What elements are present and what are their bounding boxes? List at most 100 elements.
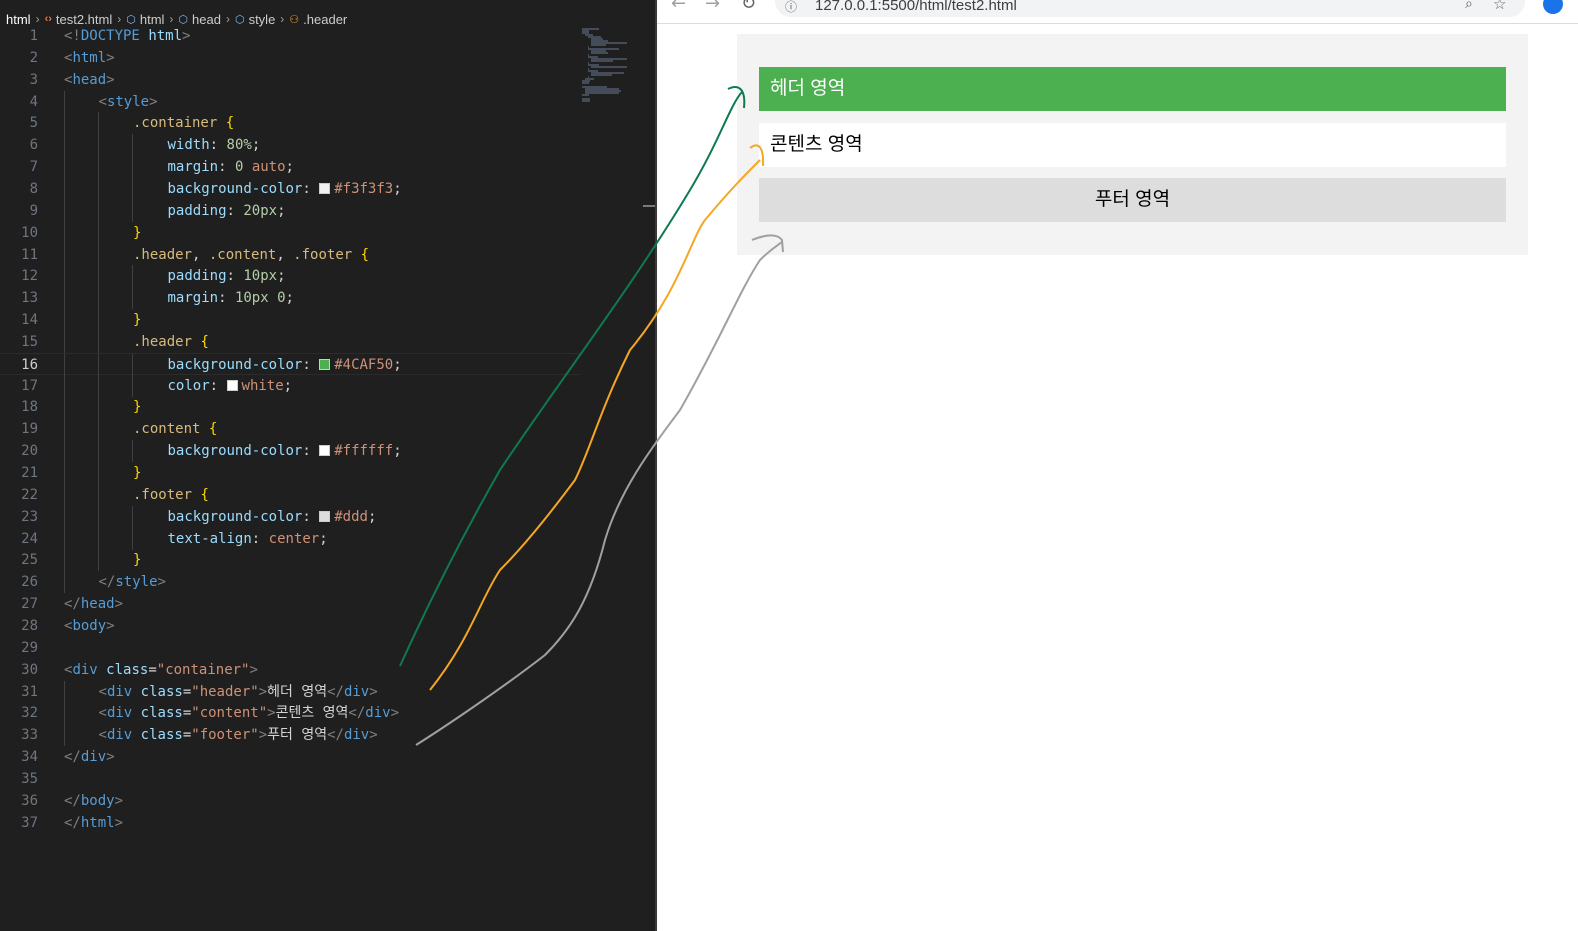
code-token: 20px [243,202,278,219]
code-line[interactable]: 18} [0,396,580,419]
code-line[interactable]: 12 padding: 10px; [0,265,580,288]
zoom-icon[interactable]: ⌕ [1465,0,1473,12]
code-line[interactable]: 9 padding: 20px; [0,199,580,222]
code-line[interactable]: 14} [0,309,580,332]
code-line[interactable]: 22 .footer { [0,483,580,506]
scrollbar-marker[interactable] [643,205,655,207]
indent-guide [132,199,133,222]
element-icon: ⬡ [126,13,136,26]
code-line[interactable]: 34 </div> [0,746,580,768]
url-text[interactable]: 127.0.0.1:5500/html/test2.html [815,0,1017,14]
code-token: html [72,49,107,66]
minimap-line [585,92,620,94]
code-token: .footer [293,246,353,263]
code-token: : [302,508,320,525]
code-text: .footer { [133,484,209,506]
code-token: class [140,705,183,722]
code-text: </div> [64,746,115,768]
indent-guide [64,396,65,419]
code-line[interactable]: 31 <div class="header">헤더 영역</div> [0,680,580,703]
code-line[interactable]: 2 <html> [0,47,580,69]
code-text: .header, .content, .footer { [133,244,369,266]
code-token: head [80,596,115,613]
star-icon[interactable]: ☆ [1493,0,1506,13]
preview-container: 헤더 영역 콘텐츠 영역 푸터 영역 [737,34,1528,255]
code-line[interactable]: 10} [0,221,580,244]
code-line[interactable]: 15 .header { [0,330,580,353]
code-line[interactable]: 3 <head> [0,69,580,91]
code-line[interactable]: 11 .header, .content, .footer { [0,243,580,266]
code-line[interactable]: 28 <body> [0,615,580,637]
code-text: } [133,462,141,484]
indent-guide [64,418,65,441]
back-icon[interactable]: ← [671,0,686,14]
line-number: 32 [21,705,38,722]
code-text: <head> [64,69,115,91]
code-token: padding [167,202,227,219]
code-token: > [369,727,378,744]
line-number: 7 [29,159,38,176]
code-line[interactable]: 32 <div class="content">콘텐츠 영역</div> [0,702,580,725]
code-line[interactable]: 24 text-align: center; [0,527,580,550]
code-token: auto [251,159,286,176]
code-line[interactable]: 17 color: white; [0,374,580,397]
indent-guide [132,265,133,288]
minimap-line [591,60,613,62]
profile-icon[interactable] [1543,0,1563,14]
code-line[interactable]: 5 .container { [0,112,580,135]
color-swatch[interactable] [226,379,238,391]
code-line[interactable]: 13 margin: 10px 0; [0,287,580,310]
line-number: 37 [21,814,38,831]
code-line[interactable]: 19 .content { [0,418,580,441]
code-token: ; [393,180,402,197]
code-token: ; [285,290,294,307]
code-line[interactable]: 21} [0,462,580,484]
code-line[interactable]: 25} [0,549,580,572]
line-number: 30 [21,661,38,678]
code-line[interactable]: 26 </style> [0,571,580,594]
code-line[interactable]: 27 </head> [0,593,580,615]
code-token: #ffffff [334,443,394,460]
minimap[interactable] [582,28,628,108]
code-text: width: 80%; [168,134,261,156]
code-line[interactable]: 36 </body> [0,790,580,812]
color-swatch[interactable] [319,358,331,370]
code-editor[interactable]: html › ‹› test2.html › ⬡ html › ⬡ head ›… [0,0,655,931]
preview-footer: 푸터 영역 [759,178,1506,222]
minimap-line [591,66,628,68]
color-swatch[interactable] [319,510,331,522]
code-line[interactable]: 4 <style> [0,90,580,113]
code-line[interactable]: 37 </html> [0,812,580,834]
code-line[interactable]: 6 width: 80%; [0,134,580,157]
code-text: background-color: #ddd; [168,506,377,528]
forward-icon[interactable]: → [705,0,720,14]
code-token: : [251,530,269,547]
chevron-right-icon: › [169,12,174,26]
color-swatch[interactable] [319,182,331,194]
code-text: .container { [133,112,234,134]
code-line[interactable]: 8 background-color: #f3f3f3; [0,177,580,200]
code-token: #f3f3f3 [334,180,394,197]
code-line[interactable]: 23 background-color: #ddd; [0,505,580,528]
indent-guide [98,199,99,222]
code-line[interactable]: 35 [0,768,580,790]
code-line[interactable]: 20 background-color: #ffffff; [0,440,580,463]
code-line[interactable]: 33 <div class="footer">푸터 영역</div> [0,724,580,747]
code-text: } [133,549,141,571]
code-line[interactable]: 7 margin: 0 auto; [0,156,580,179]
code-line[interactable]: 16 background-color: #4CAF50; [0,352,580,376]
address-bar[interactable]: ⓘ 127.0.0.1:5500/html/test2.html ⌕ ☆ [775,0,1525,17]
color-swatch[interactable] [319,445,331,457]
reload-icon[interactable]: ↻ [741,0,756,14]
code-token: > [106,749,115,766]
code-token: { [225,115,235,132]
code-line[interactable]: 30 <div class="container"> [0,659,580,681]
indent-guide [64,724,65,747]
code-area[interactable]: 1 <!DOCTYPE html> 2 <html> 3 <head> 4 <style> 5.… [0,25,580,845]
code-line[interactable]: 1 <!DOCTYPE html> [0,25,580,47]
html-file-icon: ‹› [44,13,52,25]
info-icon[interactable]: ⓘ [785,0,797,15]
code-line[interactable]: 29 [0,637,580,659]
code-token: > [114,596,124,613]
